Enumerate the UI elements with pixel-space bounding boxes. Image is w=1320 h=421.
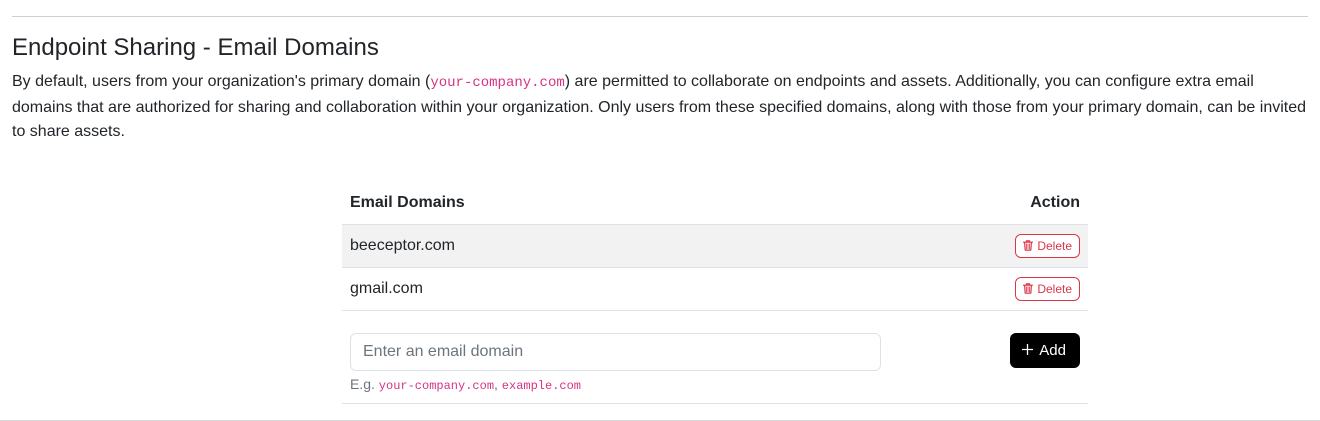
- hint-example-code: your-company.com: [378, 379, 495, 393]
- domain-cell: beeceptor.com: [342, 224, 804, 268]
- top-divider: [12, 16, 1308, 17]
- table-row: gmail.com Delete: [342, 267, 1088, 311]
- primary-domain-code: your-company.com: [430, 75, 565, 91]
- delete-button[interactable]: Delete: [1015, 233, 1080, 258]
- add-button-label: Add: [1039, 342, 1066, 359]
- delete-button-label: Delete: [1037, 281, 1072, 296]
- trash-icon: [1023, 283, 1034, 294]
- input-hint: E.g. your-company.com, example.com: [350, 376, 581, 393]
- table-header-row: Email Domains Action: [342, 182, 1088, 225]
- column-header-action: Action: [803, 182, 1088, 225]
- column-header-email-domains: Email Domains: [342, 182, 804, 225]
- add-domain-button[interactable]: Add: [1010, 333, 1080, 368]
- trash-icon: [1023, 240, 1034, 251]
- section-title: Endpoint Sharing - Email Domains: [12, 34, 379, 61]
- hint-example-code: example.com: [501, 379, 582, 393]
- delete-button[interactable]: Delete: [1015, 276, 1080, 301]
- table-row: beeceptor.com Delete: [342, 224, 1088, 268]
- email-domains-table: Email Domains Action beeceptor.com Delet…: [342, 182, 1088, 311]
- hint-separator: ,: [494, 376, 502, 392]
- section-description: By default, users from your organization…: [12, 70, 1308, 145]
- email-domain-input[interactable]: [350, 333, 881, 371]
- action-cell: Delete: [803, 224, 1088, 268]
- delete-button-label: Delete: [1037, 238, 1072, 253]
- plus-icon: [1022, 342, 1034, 359]
- hint-prefix: E.g.: [350, 376, 379, 392]
- domain-cell: gmail.com: [342, 267, 804, 311]
- description-text-before: By default, users from your organization…: [12, 73, 431, 90]
- add-domain-row: E.g. your-company.com, example.com Add: [342, 309, 1088, 404]
- action-cell: Delete: [803, 267, 1088, 311]
